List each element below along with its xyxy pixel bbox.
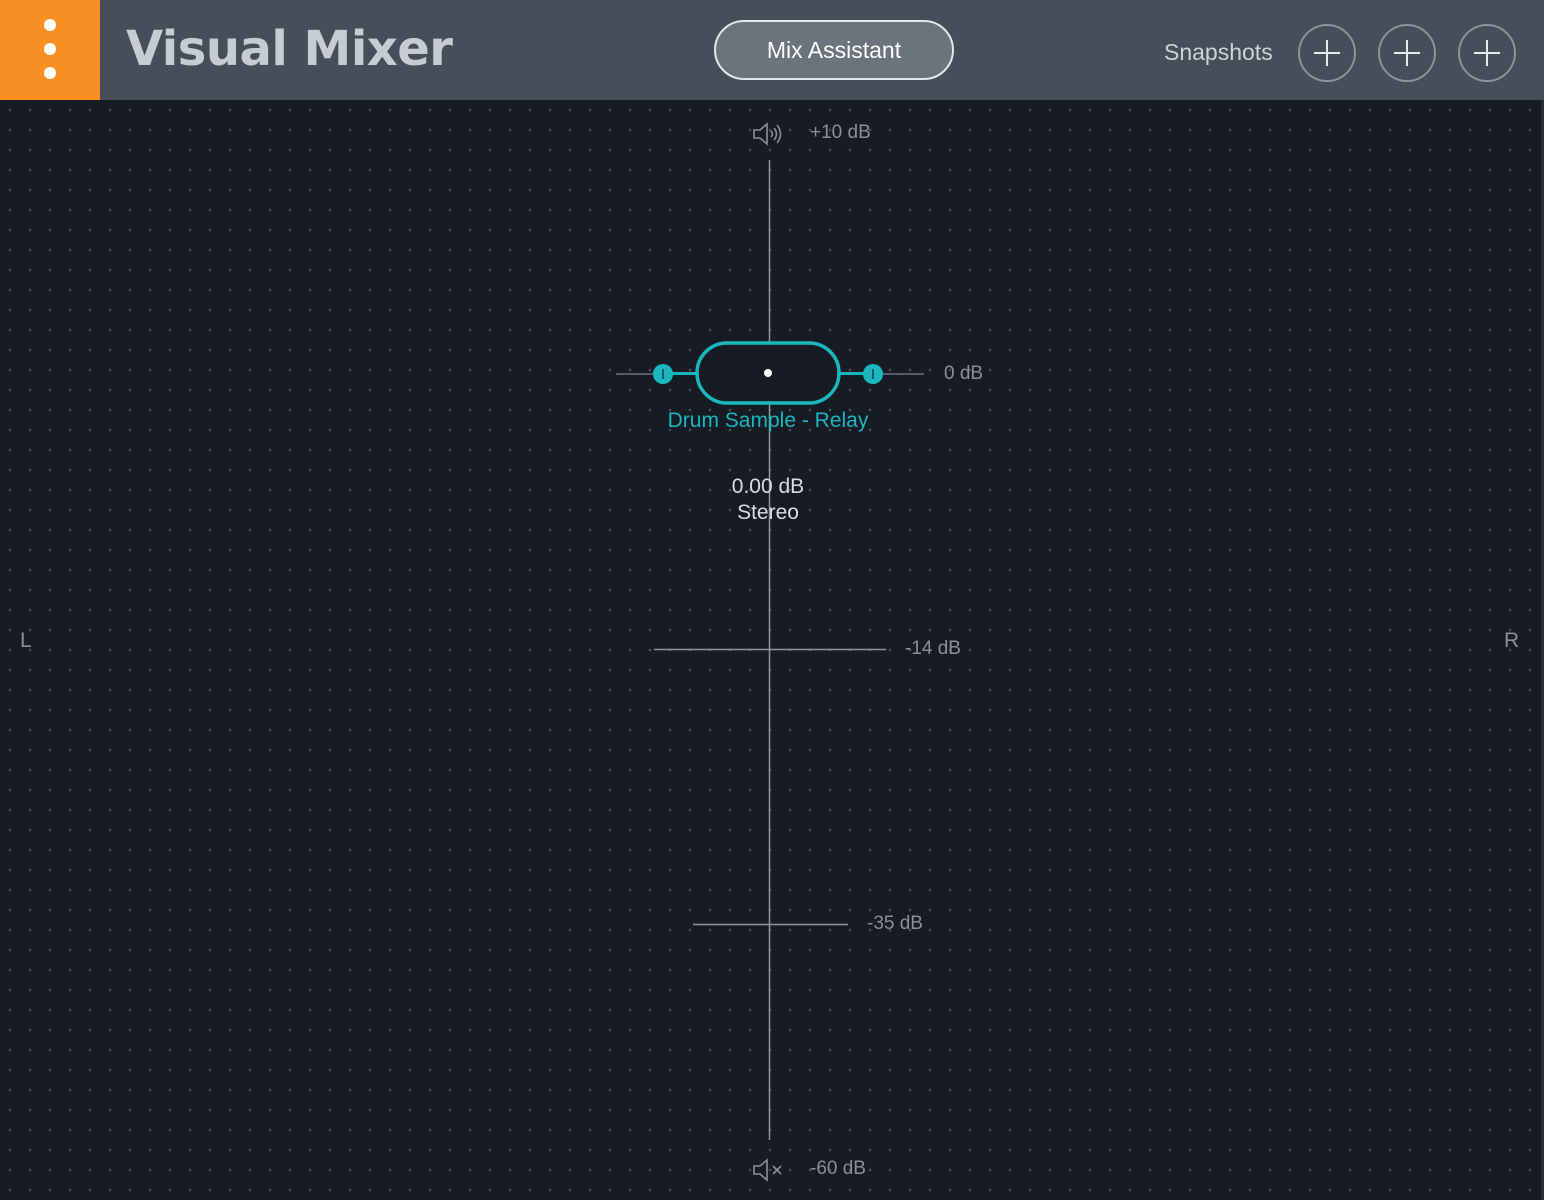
plus-icon [1394, 40, 1420, 66]
track-name-label: Drum Sample - Relay [667, 409, 869, 432]
track-readout: 0.00 dB Stereo [668, 474, 868, 526]
speaker-mute-icon [752, 1158, 786, 1187]
plus-icon [1474, 40, 1500, 66]
gain-pan-axes [616, 160, 924, 1140]
track-width-handle-right[interactable] [862, 363, 884, 385]
app-title: Visual Mixer [126, 21, 453, 77]
plus-icon [1314, 40, 1340, 66]
gain-label-minus-14: -14 dB [905, 638, 961, 659]
snapshot-button-3[interactable] [1458, 24, 1516, 82]
main-menu-button[interactable] [0, 0, 100, 100]
gain-label-minus-35: -35 dB [867, 913, 923, 934]
snapshots-label: Snapshots [1164, 39, 1273, 65]
visual-mixer-window: Visual Mixer Mix Assistant Snapshots +10… [0, 0, 1544, 1200]
mixer-stage[interactable]: +10 dB 0 dB -14 dB -35 dB -60 dB L R Dru… [0, 100, 1544, 1200]
pan-left-label: L [20, 629, 32, 652]
track-center-dot [764, 369, 772, 377]
snapshot-button-2[interactable] [1378, 24, 1436, 82]
speaker-loud-icon [752, 122, 786, 151]
track-width-handle-left[interactable] [652, 363, 674, 385]
track-width-mode: Stereo [737, 501, 799, 524]
gain-label-zero: 0 dB [944, 363, 984, 384]
snapshot-button-1[interactable] [1298, 24, 1356, 82]
header-bar: Visual Mixer Mix Assistant Snapshots [0, 0, 1544, 100]
mix-assistant-button[interactable]: Mix Assistant [714, 20, 954, 80]
pan-right-label: R [1504, 629, 1520, 652]
track-node-drum-sample[interactable] [695, 341, 841, 405]
track-gain-value: 0.00 dB [731, 475, 805, 498]
gain-label-top: +10 dB [810, 122, 871, 143]
gain-label-bottom: -60 dB [810, 1158, 866, 1179]
